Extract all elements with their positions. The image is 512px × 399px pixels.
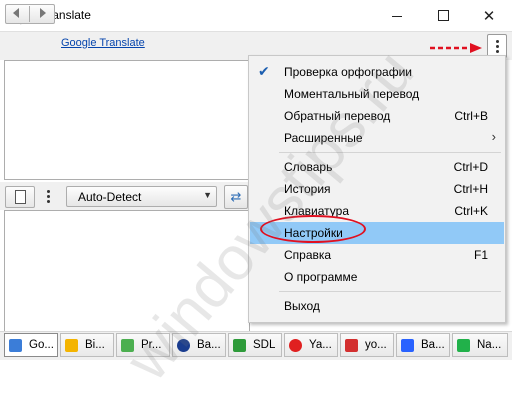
tab-label: Ba... (421, 339, 445, 351)
source-language-select[interactable]: Auto-Detect ▼ (66, 186, 217, 207)
main-context-menu: ✔ Проверка орфографии Моментальный перев… (248, 55, 506, 323)
sdl-icon (233, 339, 246, 352)
service-link[interactable]: Google Translate (61, 37, 145, 49)
annotation-arrow-icon (430, 43, 482, 53)
tab-label: yo... (365, 339, 387, 351)
menu-item-about[interactable]: О программе (250, 266, 504, 288)
tab-babylon[interactable]: Ba... (172, 333, 226, 357)
promt-icon (121, 339, 134, 352)
tab-label: Go... (29, 339, 54, 351)
menu-item-shortcut: Ctrl+D (453, 160, 488, 174)
menu-item-label: Обратный перевод (284, 109, 391, 123)
menu-divider (279, 152, 501, 153)
tab-label: Ya... (309, 339, 332, 351)
menu-item-label: Расширенные (284, 131, 363, 145)
tab-google[interactable]: Go... (4, 333, 58, 357)
tab-baidu[interactable]: Ba... (396, 333, 450, 357)
checkmark-icon: ✔ (258, 63, 270, 79)
menu-item-label: Проверка орфографии (284, 65, 412, 79)
menu-item-shortcut: Ctrl+B (454, 109, 488, 123)
menu-divider (279, 291, 501, 292)
tab-sdl[interactable]: SDL (228, 333, 282, 357)
minimize-icon (392, 16, 402, 17)
naver-icon (457, 339, 470, 352)
maximize-icon (437, 10, 449, 21)
back-arrow-icon[interactable] (13, 8, 19, 18)
menu-item-label: Моментальный перевод (284, 87, 420, 101)
options-button[interactable] (44, 187, 52, 205)
menu-item-shortcut: Ctrl+H (453, 182, 488, 196)
google-icon (9, 339, 22, 352)
dot-icon (495, 39, 499, 43)
tab-label: SDL (253, 339, 276, 351)
menu-item-dictionary[interactable]: Словарь Ctrl+D (250, 156, 504, 178)
tab-label: Na... (477, 339, 502, 351)
tab-youdao[interactable]: yo... (340, 333, 394, 357)
tab-yandex[interactable]: Ya... (284, 333, 338, 357)
menu-item-spellcheck[interactable]: ✔ Проверка орфографии (250, 61, 504, 83)
dot-icon (46, 189, 50, 193)
tab-naver[interactable]: Na... (452, 333, 508, 357)
swap-languages-button[interactable]: ⇄ (224, 185, 248, 209)
babylon-icon (177, 339, 190, 352)
close-button[interactable]: ✕ (466, 0, 512, 31)
forward-arrow-icon[interactable] (40, 8, 46, 18)
menu-item-instant-translation[interactable]: Моментальный перевод (250, 83, 504, 105)
source-language-value: Auto-Detect (78, 190, 142, 204)
nav-divider (29, 6, 30, 22)
annotation-highlight-ellipse (260, 215, 366, 243)
menu-item-shortcut: Ctrl+K (454, 204, 488, 218)
tab-promt[interactable]: Pr... (116, 333, 170, 357)
dot-icon (46, 199, 50, 203)
maximize-button[interactable] (420, 0, 466, 31)
menu-item-label: Словарь (284, 160, 333, 174)
menu-item-label: О программе (284, 270, 358, 284)
menu-item-label: Выход (284, 299, 320, 313)
menu-item-history[interactable]: История Ctrl+H (250, 178, 504, 200)
menu-item-exit[interactable]: Выход (250, 295, 504, 317)
menu-item-advanced[interactable]: Расширенные › (250, 127, 504, 149)
source-text-area[interactable] (4, 60, 250, 180)
yandex-icon (289, 339, 302, 352)
dot-icon (495, 44, 499, 48)
menu-item-reverse-translation[interactable]: Обратный перевод Ctrl+B (250, 105, 504, 127)
history-nav (5, 4, 55, 24)
tab-label: Bi... (85, 339, 105, 351)
tab-label: Ba... (197, 339, 221, 351)
dropdown-arrow-icon: ▼ (203, 190, 212, 200)
tab-bing[interactable]: Bi... (60, 333, 114, 357)
minimize-button[interactable] (374, 0, 420, 31)
menu-item-label: История (284, 182, 331, 196)
new-document-button[interactable] (5, 186, 35, 208)
submenu-chevron-icon: › (491, 129, 496, 144)
translation-text-area[interactable] (4, 210, 250, 332)
baidu-icon (401, 339, 414, 352)
menu-item-label: Справка (284, 248, 332, 262)
tab-label: Pr... (141, 339, 162, 351)
menu-item-help[interactable]: Справка F1 (250, 244, 504, 266)
dot-icon (46, 194, 50, 198)
document-icon (15, 190, 26, 204)
swap-icon: ⇄ (230, 189, 242, 204)
close-icon: ✕ (482, 7, 496, 25)
youdao-icon (345, 339, 358, 352)
bing-icon (65, 339, 78, 352)
menu-item-shortcut: F1 (473, 248, 488, 262)
dot-icon (495, 49, 499, 53)
